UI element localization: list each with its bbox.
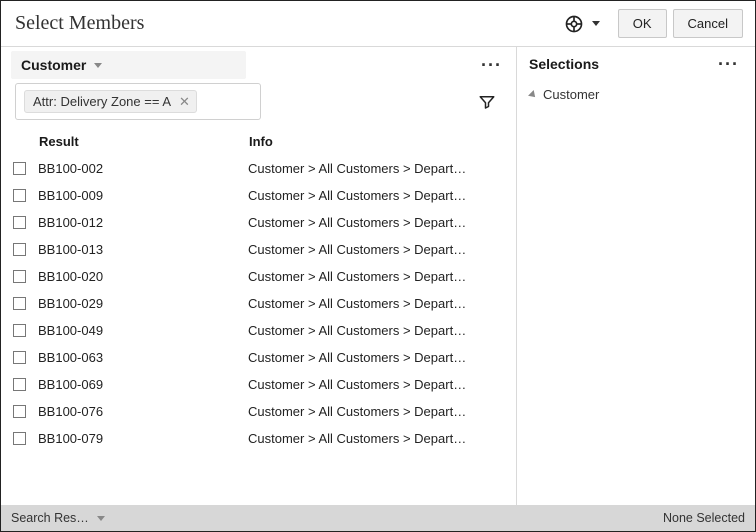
row-checkbox[interactable]	[13, 270, 26, 283]
row-result: BB100-079	[38, 431, 248, 446]
dimension-bar: Customer ···	[1, 47, 516, 83]
close-icon[interactable]: ✕	[179, 95, 190, 108]
help-menu[interactable]	[564, 14, 600, 34]
filter-row: Attr: Delivery Zone == A ✕	[1, 83, 516, 128]
row-info: Customer > All Customers > Depart…	[248, 242, 504, 257]
filter-chip[interactable]: Attr: Delivery Zone == A ✕	[24, 90, 197, 113]
left-panel-more-button[interactable]: ···	[475, 56, 508, 74]
table-row[interactable]: BB100-076Customer > All Customers > Depa…	[11, 398, 512, 425]
row-checkbox[interactable]	[13, 378, 26, 391]
cancel-button[interactable]: Cancel	[673, 9, 743, 38]
table-row[interactable]: BB100-020Customer > All Customers > Depa…	[11, 263, 512, 290]
row-info: Customer > All Customers > Depart…	[248, 215, 504, 230]
row-checkbox[interactable]	[13, 216, 26, 229]
table-row[interactable]: BB100-002Customer > All Customers > Depa…	[11, 155, 512, 182]
footer-mode-selector[interactable]: Search Res…	[11, 511, 105, 525]
support-icon	[564, 14, 584, 34]
row-result: BB100-013	[38, 242, 248, 257]
dialog-header: Select Members OK Cancel	[1, 1, 755, 47]
row-result: BB100-029	[38, 296, 248, 311]
row-info: Customer > All Customers > Depart…	[248, 350, 504, 365]
results-header: Result Info	[11, 128, 516, 155]
chevron-down-icon	[97, 516, 105, 521]
column-header-info: Info	[249, 134, 508, 149]
table-row[interactable]: BB100-063Customer > All Customers > Depa…	[11, 344, 512, 371]
row-result: BB100-012	[38, 215, 248, 230]
dialog-title: Select Members	[15, 12, 144, 35]
row-result: BB100-069	[38, 377, 248, 392]
selections-header: Selections ···	[517, 47, 755, 81]
table-row[interactable]: BB100-079Customer > All Customers > Depa…	[11, 425, 512, 452]
table-row[interactable]: BB100-009Customer > All Customers > Depa…	[11, 182, 512, 209]
filter-icon[interactable]	[478, 93, 496, 111]
row-info: Customer > All Customers > Depart…	[248, 404, 504, 419]
selections-root-node[interactable]: Customer	[529, 85, 743, 104]
row-result: BB100-063	[38, 350, 248, 365]
row-info: Customer > All Customers > Depart…	[248, 269, 504, 284]
row-checkbox[interactable]	[13, 351, 26, 364]
row-result: BB100-002	[38, 161, 248, 176]
selections-more-button[interactable]: ···	[712, 55, 745, 73]
row-checkbox[interactable]	[13, 189, 26, 202]
filter-chip-container[interactable]: Attr: Delivery Zone == A ✕	[15, 83, 261, 120]
row-checkbox[interactable]	[13, 297, 26, 310]
expand-icon	[528, 90, 538, 100]
column-header-result: Result	[39, 134, 249, 149]
chevron-down-icon	[94, 63, 102, 68]
row-result: BB100-076	[38, 404, 248, 419]
row-result: BB100-009	[38, 188, 248, 203]
table-row[interactable]: BB100-069Customer > All Customers > Depa…	[11, 371, 512, 398]
table-row[interactable]: BB100-029Customer > All Customers > Depa…	[11, 290, 512, 317]
table-row[interactable]: BB100-049Customer > All Customers > Depa…	[11, 317, 512, 344]
status-bar: Search Res… None Selected	[1, 505, 755, 531]
filter-chip-label: Attr: Delivery Zone == A	[33, 94, 171, 109]
table-row[interactable]: BB100-012Customer > All Customers > Depa…	[11, 209, 512, 236]
row-info: Customer > All Customers > Depart…	[248, 188, 504, 203]
row-info: Customer > All Customers > Depart…	[248, 296, 504, 311]
row-checkbox[interactable]	[13, 432, 26, 445]
footer-left-label: Search Res…	[11, 511, 89, 525]
selections-title: Selections	[529, 56, 599, 72]
dimension-label: Customer	[21, 57, 86, 73]
selections-root-label: Customer	[543, 87, 599, 102]
row-info: Customer > All Customers > Depart…	[248, 323, 504, 338]
row-checkbox[interactable]	[13, 243, 26, 256]
footer-selection-count: None Selected	[663, 511, 745, 525]
row-info: Customer > All Customers > Depart…	[248, 161, 504, 176]
row-result: BB100-020	[38, 269, 248, 284]
table-row[interactable]: BB100-013Customer > All Customers > Depa…	[11, 236, 512, 263]
row-info: Customer > All Customers > Depart…	[248, 431, 504, 446]
row-checkbox[interactable]	[13, 162, 26, 175]
chevron-down-icon	[592, 21, 600, 26]
results-list[interactable]: BB100-002Customer > All Customers > Depa…	[11, 155, 516, 504]
row-checkbox[interactable]	[13, 324, 26, 337]
row-result: BB100-049	[38, 323, 248, 338]
ok-button[interactable]: OK	[618, 9, 667, 38]
row-info: Customer > All Customers > Depart…	[248, 377, 504, 392]
row-checkbox[interactable]	[13, 405, 26, 418]
dimension-selector[interactable]: Customer	[11, 51, 246, 79]
